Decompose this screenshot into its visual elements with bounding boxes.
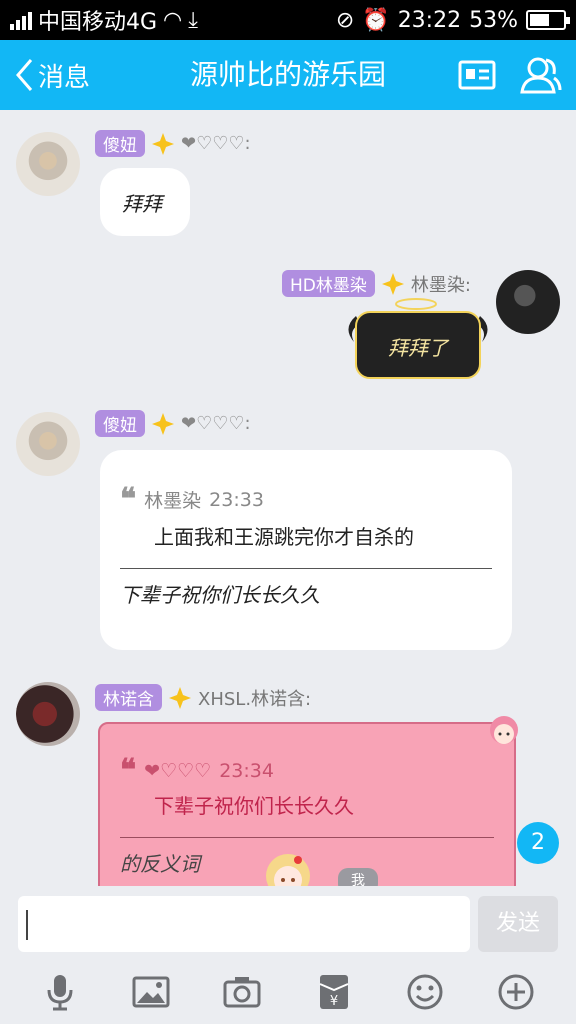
message-bubble[interactable]: 拜拜 <box>100 168 190 236</box>
back-button[interactable]: 消息 <box>14 40 90 110</box>
plus-icon[interactable] <box>496 972 536 1012</box>
star-badge-icon <box>381 272 404 295</box>
battery-percent: 53% <box>469 7 518 33</box>
back-label: 消息 <box>38 62 91 93</box>
input-toolbar: ¥ <box>0 960 576 1024</box>
image-icon[interactable] <box>131 972 171 1012</box>
divider <box>120 837 494 838</box>
quote-text: 下辈子祝你们长长久久 <box>154 794 354 818</box>
signal-icon <box>10 10 32 30</box>
quote-header: ❝ 林墨染 23:33 <box>120 481 492 517</box>
avatar[interactable] <box>16 682 80 746</box>
decorative-doll-sticker <box>266 854 310 886</box>
svg-text:¥: ¥ <box>330 994 338 1009</box>
wifi-icon: ◠ <box>163 7 183 33</box>
profile-card-icon[interactable] <box>458 60 496 90</box>
avatar[interactable] <box>16 412 80 476</box>
camera-icon[interactable] <box>222 972 262 1012</box>
mute-icon: ⊘ <box>335 7 355 33</box>
decorative-girl-sticker <box>490 716 518 744</box>
member-tag: 傻妞 <box>95 410 145 437</box>
microphone-icon[interactable] <box>40 972 80 1012</box>
chat-area[interactable]: 傻妞 ❤♡♡♡: 拜拜 HD林墨染 林墨染: 拜拜了 傻妞 ❤♡♡♡: ❝ 林墨… <box>0 110 576 886</box>
quote-time: 23:34 <box>219 760 274 782</box>
unread-count-badge[interactable]: 2 <box>517 822 559 864</box>
sender-row: HD林墨染 林墨染: <box>282 270 471 297</box>
sender-row: 傻妞 ❤♡♡♡: <box>95 130 251 157</box>
download-icon: ⤓ <box>188 7 198 33</box>
member-tag: 傻妞 <box>95 130 145 157</box>
quote-time: 23:33 <box>209 488 264 511</box>
quote-icon: ❝ <box>120 481 137 517</box>
quote-author: ❤♡♡♡ <box>144 760 212 782</box>
message-text: 拜拜了 <box>388 336 448 360</box>
avatar[interactable] <box>16 132 80 196</box>
quote-text: 上面我和王源跳完你才自杀的 <box>154 525 414 549</box>
chevron-left-icon <box>16 59 33 91</box>
sender-row: 傻妞 ❤♡♡♡: <box>95 410 251 437</box>
member-tag: HD林墨染 <box>282 270 375 297</box>
group-members-icon[interactable] <box>518 54 562 96</box>
status-bar: 中国移动4G ◠ ⤓ ⊘ ⏰ 23:22 53% <box>0 0 576 40</box>
star-badge-icon <box>152 412 174 435</box>
message-bubble[interactable]: ❝ 林墨染 23:33 上面我和王源跳完你才自杀的 下辈子祝你们长长久久 <box>100 450 512 650</box>
alarm-icon: ⏰ <box>362 7 390 33</box>
star-badge-icon <box>152 132 174 155</box>
message-bubble[interactable]: 拜拜了 <box>346 296 490 382</box>
input-bar: 发送 <box>0 886 576 960</box>
emoji-icon[interactable] <box>405 972 445 1012</box>
send-button[interactable]: 发送 <box>478 896 558 952</box>
hearts-label: ❤♡♡♡: <box>181 133 251 154</box>
battery-icon <box>526 10 570 30</box>
red-packet-icon[interactable]: ¥ <box>314 972 354 1012</box>
clock-label: 23:22 <box>397 7 462 33</box>
sender-name: XHSL.林诺含: <box>198 688 312 710</box>
quote-icon: ❝ <box>120 753 137 788</box>
quote-header: ❝ ❤♡♡♡ 23:34 <box>120 753 494 788</box>
message-text: 拜拜 <box>122 192 162 216</box>
sender-name: 林墨染: <box>410 274 471 296</box>
member-tag: 林诺含 <box>95 684 162 711</box>
message-text: 下辈子祝你们长长久久 <box>120 583 320 607</box>
star-badge-icon <box>169 686 191 709</box>
quote-author: 林墨染 <box>144 490 202 512</box>
carrier-label: 中国移动4G <box>38 10 158 35</box>
text-caret <box>26 910 28 940</box>
hearts-label: ❤♡♡♡: <box>181 413 251 434</box>
avatar[interactable] <box>496 270 560 334</box>
nav-bar: 消息 源帅比的游乐园 <box>0 40 576 110</box>
sender-row: 林诺含 XHSL.林诺含: <box>95 684 311 711</box>
message-input[interactable] <box>18 896 470 952</box>
divider <box>120 568 492 569</box>
